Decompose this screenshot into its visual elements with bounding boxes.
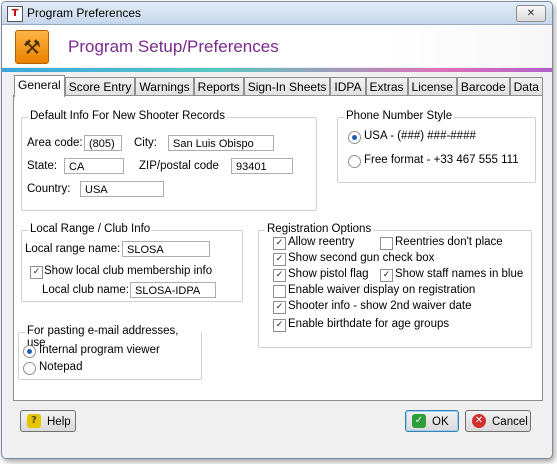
app-icon: T — [7, 6, 23, 22]
window-title: Program Preferences — [27, 6, 142, 20]
country-field[interactable]: USA — [80, 181, 164, 197]
email-viewer-group: For pasting e-mail addresses, use Intern… — [18, 325, 202, 380]
header-divider — [2, 68, 552, 72]
tab-data[interactable]: Data — [509, 77, 543, 96]
phone-free-format-label[interactable]: Free format - +33 467 555 111 — [364, 154, 519, 166]
city-label: City: — [134, 137, 157, 149]
default-info-group-label: Default Info For New Shooter Records — [28, 110, 227, 122]
show-club-checkbox[interactable]: ✓ — [30, 266, 43, 279]
internal-viewer-label[interactable]: Internal program viewer — [39, 344, 160, 356]
second-gun-checkbox[interactable]: ✓ — [273, 253, 286, 266]
reentries-dont-place-label[interactable]: Reentries don't place — [395, 236, 503, 248]
tab-sign-in-sheets[interactable]: Sign-In Sheets — [243, 77, 331, 96]
registration-options-group-label: Registration Options — [265, 223, 374, 235]
allow-reentry-label[interactable]: Allow reentry — [288, 236, 354, 248]
staff-names-blue-label[interactable]: Show staff names in blue — [395, 268, 523, 280]
phone-usa-label[interactable]: USA - (###) ###-#### — [364, 130, 476, 142]
state-label: State: — [27, 160, 58, 172]
notepad-label[interactable]: Notepad — [39, 361, 82, 373]
cancel-button-label: Cancel — [492, 416, 528, 428]
help-button[interactable]: ? Help — [20, 410, 76, 432]
tab-idpa[interactable]: IDPA — [330, 77, 366, 96]
header: ⚒ Program Setup/Preferences — [2, 25, 552, 67]
phone-free-format-radio[interactable] — [348, 155, 361, 168]
tab-reports[interactable]: Reports — [193, 77, 244, 96]
pistol-flag-label[interactable]: Show pistol flag — [288, 268, 369, 280]
allow-reentry-checkbox[interactable]: ✓ — [273, 237, 286, 250]
preferences-window: T Program Preferences ✕ ⚒ Program Setup/… — [1, 1, 553, 459]
staff-names-blue-checkbox[interactable]: ✓ — [380, 269, 393, 282]
local-range-group-label: Local Range / Club Info — [28, 223, 153, 235]
reentries-dont-place-checkbox[interactable] — [380, 237, 393, 250]
second-waiver-checkbox[interactable]: ✓ — [273, 301, 286, 314]
second-waiver-label[interactable]: Shooter info - show 2nd waiver date — [288, 300, 471, 312]
cancel-icon: ✕ — [472, 414, 486, 428]
club-name-field[interactable]: SLOSA-IDPA — [130, 282, 216, 298]
tools-icon: ⚒ — [15, 30, 49, 64]
cancel-button[interactable]: ✕ Cancel — [465, 410, 531, 432]
waiver-display-checkbox[interactable] — [273, 285, 286, 298]
check-icon: ✓ — [412, 414, 426, 428]
city-field[interactable]: San Luis Obispo — [168, 135, 274, 151]
tab-barcode[interactable]: Barcode — [456, 77, 510, 96]
tab-warnings[interactable]: Warnings — [135, 77, 194, 96]
help-button-label: Help — [47, 416, 71, 428]
second-gun-label[interactable]: Show second gun check box — [288, 252, 434, 264]
close-button[interactable]: ✕ — [516, 5, 546, 22]
waiver-display-label[interactable]: Enable waiver display on registration — [288, 284, 475, 296]
page-title: Program Setup/Preferences — [68, 37, 279, 56]
tab-extras[interactable]: Extras — [365, 77, 408, 96]
tab-license[interactable]: License — [407, 77, 457, 96]
zip-field[interactable]: 93401 — [231, 158, 293, 174]
default-info-group: Default Info For New Shooter Records Are… — [21, 110, 317, 211]
general-tab-panel: Default Info For New Shooter Records Are… — [13, 95, 543, 401]
birthdate-groups-label[interactable]: Enable birthdate for age groups — [288, 318, 449, 330]
help-icon: ? — [27, 414, 41, 428]
title-bar: T Program Preferences ✕ — [2, 2, 552, 25]
birthdate-groups-checkbox[interactable]: ✓ — [273, 319, 286, 332]
registration-options-group: Registration Options ✓ Allow reentry Ree… — [258, 223, 532, 348]
zip-label: ZIP/postal code — [139, 160, 219, 172]
area-code-field[interactable]: (805) — [84, 135, 122, 151]
state-field[interactable]: CA — [64, 158, 124, 174]
phone-style-group: Phone Number Style USA - (###) ###-#### … — [337, 110, 536, 183]
range-name-field[interactable]: SLOSA — [122, 241, 210, 257]
ok-button[interactable]: ✓ OK — [405, 410, 459, 432]
ok-button-label: OK — [432, 416, 449, 428]
club-name-label: Local club name: — [42, 284, 129, 296]
show-club-label[interactable]: Show local club membership info — [44, 265, 212, 277]
range-name-label: Local range name: — [25, 243, 121, 255]
phone-style-group-label: Phone Number Style — [344, 110, 455, 122]
phone-usa-radio[interactable] — [348, 131, 361, 144]
notepad-radio[interactable] — [23, 362, 36, 375]
tab-general[interactable]: General — [14, 75, 65, 97]
country-label: Country: — [27, 183, 71, 195]
area-code-label: Area code: — [27, 137, 83, 149]
tab-bar: General Score Entry Warnings Reports Sig… — [14, 75, 543, 97]
pistol-flag-checkbox[interactable]: ✓ — [273, 269, 286, 282]
tab-score-entry[interactable]: Score Entry — [64, 77, 136, 96]
local-range-group: Local Range / Club Info Local range name… — [21, 223, 243, 302]
internal-viewer-radio[interactable] — [23, 345, 36, 358]
